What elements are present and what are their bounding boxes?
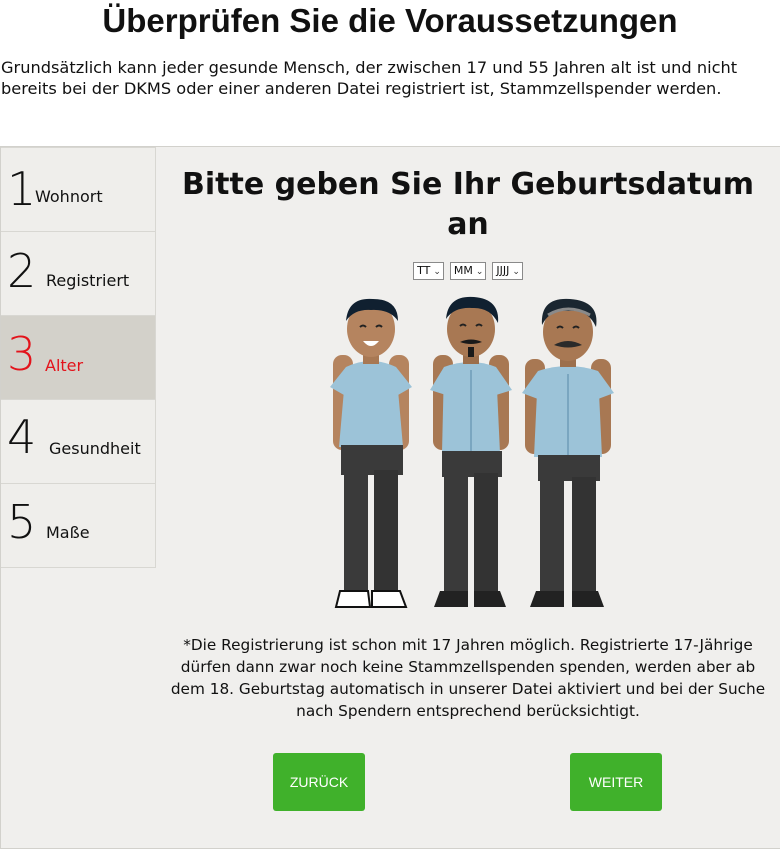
older-man-figure bbox=[522, 298, 614, 607]
step-content: Bitte geben Sie Ihr Geburtsdatum an TT ⌄ … bbox=[156, 147, 780, 847]
three-men-illustration bbox=[330, 296, 614, 608]
eligibility-wizard: 1 Wohnort 2 Registriert 3 Alter 4 Gesund… bbox=[0, 146, 780, 849]
step-wohnort[interactable]: 1 Wohnort bbox=[1, 147, 156, 232]
age-note: *Die Registrierung ist schon mit 17 Jahr… bbox=[170, 636, 766, 720]
back-button[interactable]: ZURÜCK bbox=[273, 753, 365, 811]
step-label: Gesundheit bbox=[49, 439, 141, 458]
young-man-figure bbox=[330, 298, 412, 608]
day-select-value: TT bbox=[417, 264, 431, 277]
step-list: 1 Wohnort 2 Registriert 3 Alter 4 Gesund… bbox=[1, 147, 156, 568]
step-gesundheit[interactable]: 4 Gesundheit bbox=[1, 400, 156, 484]
step-number: 4 bbox=[7, 410, 37, 464]
step-label: Wohnort bbox=[35, 187, 103, 206]
step-masse[interactable]: 5 Maße bbox=[1, 484, 156, 568]
month-select[interactable]: MM ⌄ bbox=[449, 262, 487, 280]
year-select-value: JJJJ bbox=[496, 264, 510, 277]
step-number: 3 bbox=[7, 327, 37, 381]
question-heading: Bitte geben Sie Ihr Geburtsdatum an bbox=[182, 167, 754, 242]
intro-text: Grundsätzlich kann jeder gesunde Mensch,… bbox=[1, 58, 738, 98]
chevron-down-icon: ⌄ bbox=[433, 267, 441, 277]
chevron-down-icon: ⌄ bbox=[512, 267, 520, 277]
month-select-value: MM bbox=[453, 264, 473, 277]
page-title: Überprüfen Sie die Voraussetzungen bbox=[102, 2, 678, 39]
middle-man-figure bbox=[430, 296, 512, 607]
next-button[interactable]: WEITER bbox=[570, 753, 662, 811]
step-label: Alter bbox=[45, 356, 84, 375]
year-select[interactable]: JJJJ ⌄ bbox=[492, 262, 523, 280]
step-number: 1 bbox=[7, 162, 37, 216]
birthdate-selects: TT ⌄ MM ⌄ JJJJ ⌄ bbox=[156, 262, 780, 280]
step-number: 5 bbox=[7, 495, 37, 549]
step-label: Registriert bbox=[46, 271, 130, 290]
day-select[interactable]: TT ⌄ bbox=[413, 262, 444, 280]
step-registriert[interactable]: 2 Registriert bbox=[1, 232, 156, 316]
step-alter[interactable]: 3 Alter bbox=[1, 316, 156, 400]
chevron-down-icon: ⌄ bbox=[475, 267, 484, 277]
step-number: 2 bbox=[7, 244, 37, 298]
step-label: Maße bbox=[46, 523, 90, 542]
